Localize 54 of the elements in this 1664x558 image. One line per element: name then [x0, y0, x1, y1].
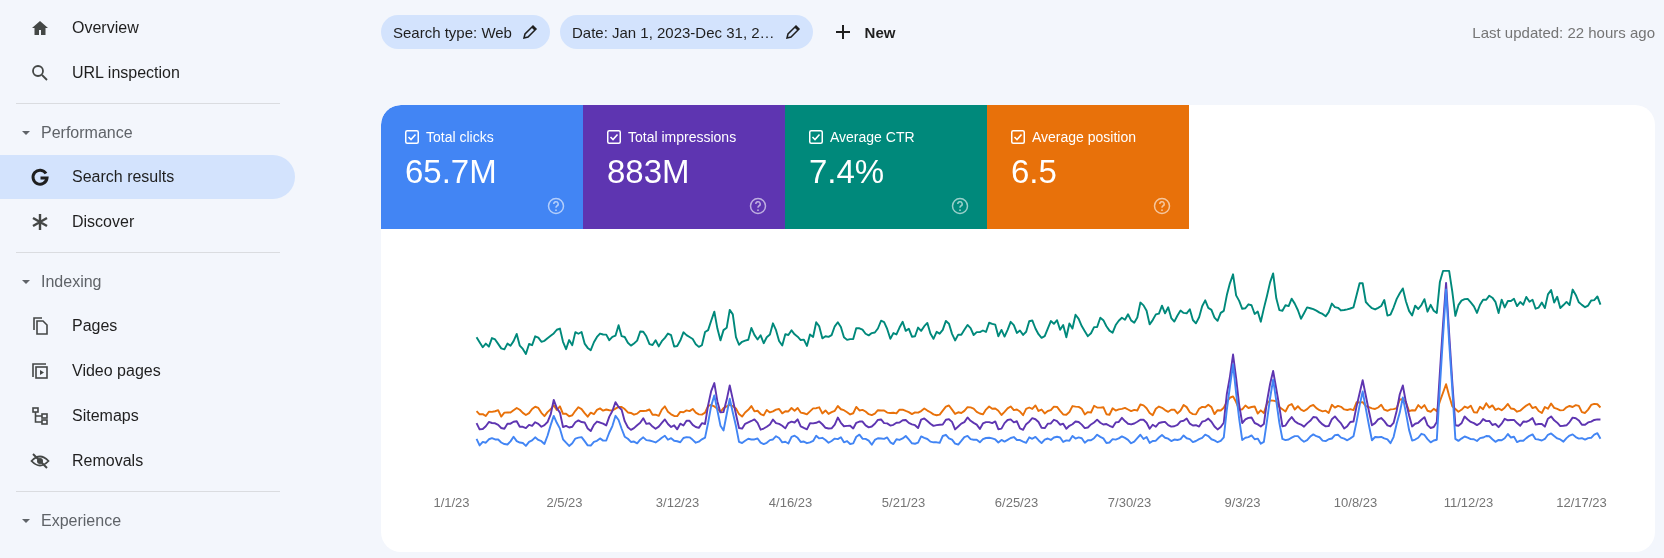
pages-icon [30, 316, 50, 336]
metric-value: 65.7M [405, 153, 498, 191]
metric-value: 6.5 [1011, 153, 1058, 191]
help-icon[interactable] [547, 197, 565, 215]
axis-label: 2/5/23 [545, 495, 584, 510]
pencil-icon [521, 24, 538, 40]
metric-value: 883M [607, 153, 691, 191]
sidebar-item[interactable]: Sitemaps [0, 394, 295, 438]
pencil-icon [784, 24, 801, 40]
sidebar-item[interactable]: Pages [0, 304, 295, 348]
sidebar-item[interactable]: Video pages [0, 349, 295, 393]
checkbox[interactable] [1011, 130, 1025, 144]
axis-label: 6/25/23 [993, 495, 1040, 510]
sitemap-icon [30, 406, 50, 426]
axis-label: 9/3/23 [1223, 495, 1262, 510]
metric-value: 7.4% [809, 153, 886, 191]
section-header[interactable]: Performance [41, 124, 133, 142]
section-header[interactable]: Indexing [41, 273, 102, 291]
sidebar-item[interactable]: Discover [0, 200, 295, 244]
last-updated-text: Last updated: 22 hours ago [1472, 23, 1655, 41]
metric-card[interactable]: Total impressions 883M [583, 105, 785, 229]
metric-card[interactable]: Average CTR 7.4% [785, 105, 987, 229]
axis-label: 4/16/23 [767, 495, 814, 510]
checkbox[interactable] [607, 130, 621, 144]
help-icon[interactable] [951, 197, 969, 215]
home-icon [30, 18, 50, 38]
help-icon[interactable] [749, 197, 767, 215]
metric-label: Total impressions [628, 129, 737, 145]
axis-label: 12/17/23 [1555, 495, 1608, 510]
axis-label: 3/12/23 [654, 495, 701, 510]
sidebar-item[interactable]: Removals [0, 439, 295, 483]
new-button[interactable]: New [822, 15, 906, 49]
g-logo-icon [30, 167, 50, 187]
axis-label: 10/8/23 [1332, 495, 1379, 510]
metric-label: Average position [1032, 129, 1137, 145]
search-icon [30, 63, 50, 83]
metric-label: Average CTR [830, 129, 915, 145]
asterisk-icon [30, 212, 50, 232]
sidebar-item[interactable]: URL inspection [0, 51, 295, 95]
axis-label: 1/1/23 [432, 495, 471, 510]
filter-chip[interactable]: Search type: Web [381, 15, 550, 49]
metric-label: Total clicks [426, 129, 494, 145]
axis-label: 11/12/23 [1442, 495, 1495, 510]
sidebar-item[interactable]: Overview [0, 6, 295, 50]
axis-label: 5/21/23 [880, 495, 927, 510]
checkbox[interactable] [809, 130, 823, 144]
sidebar-item[interactable]: Search results [0, 155, 295, 199]
section-header[interactable]: Experience [41, 512, 122, 530]
filter-chip[interactable]: Date: Jan 1, 2023-Dec 31, 2… [559, 15, 813, 49]
checkbox[interactable] [405, 130, 419, 144]
video-pages-icon [30, 361, 50, 381]
metric-card[interactable]: Total clicks 65.7M [381, 105, 583, 229]
axis-label: 7/30/23 [1106, 495, 1153, 510]
eye-crossed-icon [30, 451, 50, 471]
